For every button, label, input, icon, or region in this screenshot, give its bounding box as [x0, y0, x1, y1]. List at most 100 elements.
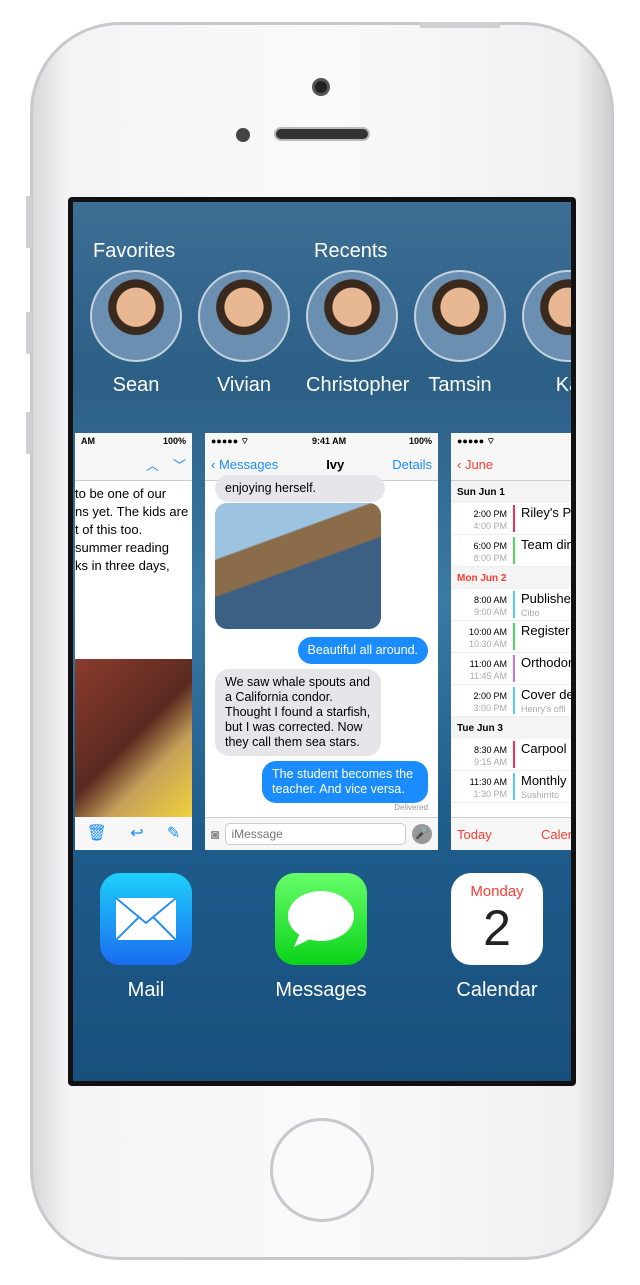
calendar-event[interactable]: 8:30 AM 9:15 AM Carpool	[451, 739, 571, 771]
conversation-title: Ivy	[326, 457, 345, 472]
messages-card[interactable]: ●●●●● ⌔ 9:41 AM 100% ‹ Messages Ivy Detail…	[205, 433, 438, 850]
microphone-icon[interactable]: 🎤	[412, 824, 432, 844]
avatar	[522, 270, 571, 362]
camera-icon	[312, 78, 330, 96]
event-start: 8:00 AM	[473, 595, 507, 605]
mail-photo	[75, 659, 192, 817]
event-location: Henry's offi	[521, 704, 566, 714]
event-start: 11:30 AM	[469, 777, 507, 787]
app-switcher-screen: Favorites Recents Sean Vivian Christopher T…	[73, 202, 571, 1081]
details-button[interactable]: Details	[392, 457, 432, 472]
contact-4[interactable]: Ka	[522, 270, 571, 397]
imessage-input[interactable]	[225, 823, 406, 845]
calendar-event[interactable]: 10:00 AM 10:30 AM Register	[451, 621, 571, 653]
event-start: 10:00 AM	[468, 627, 507, 637]
event-title: Riley's P	[521, 505, 571, 520]
home-button[interactable]	[270, 1118, 374, 1222]
calendar-event[interactable]: 6:00 PM 8:00 PM Team din	[451, 535, 571, 567]
status-time: 9:41 AM	[311, 436, 347, 446]
mail-body-line: ns yet. The kids are	[75, 504, 189, 519]
volume-down-button	[26, 412, 32, 454]
event-start: 8:30 AM	[473, 745, 507, 755]
favorites-label: Favorites	[93, 240, 176, 262]
contact-name: Tamsin	[428, 374, 492, 396]
calendar-card[interactable]: ●●●●● ⌔ ‹ June Sun Jun 1 2:00 PM 4:00 PM Ri…	[451, 433, 571, 850]
app-label: Mail	[127, 979, 165, 1001]
contact-2[interactable]: Christopher	[306, 270, 409, 397]
back-label: June	[464, 457, 494, 472]
event-color-bar	[513, 741, 515, 768]
calendar-event[interactable]: 2:00 PM 3:00 PM Cover de Henry's offi	[451, 685, 571, 717]
contact-1[interactable]: Vivian	[198, 270, 290, 397]
avatar	[90, 270, 182, 362]
calendar-event[interactable]: 8:00 AM 9:00 AM Publishe Cibo	[451, 589, 571, 621]
status-time: AM	[81, 436, 95, 446]
speaker	[274, 127, 370, 141]
app-mail[interactable]: Mail	[100, 873, 192, 1002]
envelope-icon	[100, 873, 192, 965]
event-title: Orthodon	[521, 655, 571, 670]
event-end: 4:00 PM	[473, 521, 507, 531]
calendar-date: 2	[483, 900, 511, 956]
day-header: Mon Jun 2	[451, 567, 571, 589]
delivered-status: Delivered	[394, 803, 428, 812]
event-color-bar	[513, 505, 515, 532]
camera-icon[interactable]: ◙	[211, 826, 219, 842]
speech-bubble-icon	[275, 873, 367, 965]
contact-0[interactable]: Sean	[90, 270, 182, 397]
trash-icon[interactable]: 🗑	[87, 823, 107, 843]
avatar	[306, 270, 398, 362]
contact-3[interactable]: Tamsin	[414, 270, 506, 397]
calendars-button[interactable]: Calen	[541, 827, 571, 842]
event-end: 3:00 PM	[473, 703, 507, 713]
today-button[interactable]: Today	[457, 827, 492, 842]
mail-body-line: ks in three days,	[75, 558, 170, 573]
message-bubble: enjoying herself.	[215, 475, 385, 502]
sleep-button	[420, 22, 500, 28]
sensor	[236, 128, 250, 142]
contact-name: Sean	[112, 374, 160, 396]
event-end: 9:15 AM	[473, 757, 507, 767]
mute-switch	[26, 196, 32, 248]
event-color-bar	[513, 623, 515, 650]
app-label: Calendar	[456, 979, 538, 1001]
avatar	[414, 270, 506, 362]
day-header: Sun Jun 1	[451, 481, 571, 503]
calendar-event[interactable]: 11:00 AM 11:45 AM Orthodon	[451, 653, 571, 685]
chevron-down-icon[interactable]: ﹀	[173, 455, 186, 474]
back-button[interactable]: ‹ Messages	[211, 457, 278, 472]
event-end: 8:00 PM	[473, 553, 507, 563]
event-end: 11:45 AM	[469, 671, 507, 681]
calendar-event[interactable]: 2:00 PM 4:00 PM Riley's P	[451, 503, 571, 535]
calendar-weekday: Monday	[470, 883, 524, 900]
signal-icon: ●●●●● ⌔	[211, 435, 250, 446]
event-end: 9:00 AM	[473, 607, 507, 617]
app-calendar[interactable]: Monday 2 Calendar	[451, 873, 543, 1002]
event-title: Register	[521, 623, 570, 638]
event-start: 2:00 PM	[473, 691, 507, 701]
event-color-bar	[513, 655, 515, 682]
mail-body-line: summer reading	[75, 540, 169, 555]
battery: 100%	[162, 436, 186, 446]
back-button[interactable]: ‹ June	[457, 457, 493, 472]
compose-icon[interactable]: ✎	[167, 823, 180, 843]
event-title: Publishe	[521, 591, 571, 606]
event-title: Cover de	[521, 687, 571, 702]
contact-name: Vivian	[216, 374, 272, 396]
mail-body-line: to be one of our	[75, 486, 167, 501]
photo-message[interactable]	[215, 503, 381, 629]
app-label: Messages	[275, 979, 367, 1001]
event-title: Team din	[521, 537, 571, 552]
event-color-bar	[513, 773, 515, 800]
message-bubble: We saw whale spouts and a California con…	[215, 669, 381, 756]
contact-name: Ka	[555, 374, 571, 396]
calendar-event[interactable]: 11:30 AM 1:30 PM Monthly Sushirrito	[451, 771, 571, 803]
app-messages[interactable]: Messages	[275, 873, 367, 1002]
reply-icon[interactable]: ↩	[130, 823, 143, 843]
event-color-bar	[513, 591, 515, 618]
mail-card[interactable]: AM 100% ︿ ﹀ to be one of our ns yet. The ki…	[75, 433, 192, 850]
event-location: Cibo	[521, 608, 540, 618]
chevron-up-icon[interactable]: ︿	[146, 455, 159, 474]
mail-body-line: t of this too.	[75, 522, 143, 537]
event-color-bar	[513, 687, 515, 714]
